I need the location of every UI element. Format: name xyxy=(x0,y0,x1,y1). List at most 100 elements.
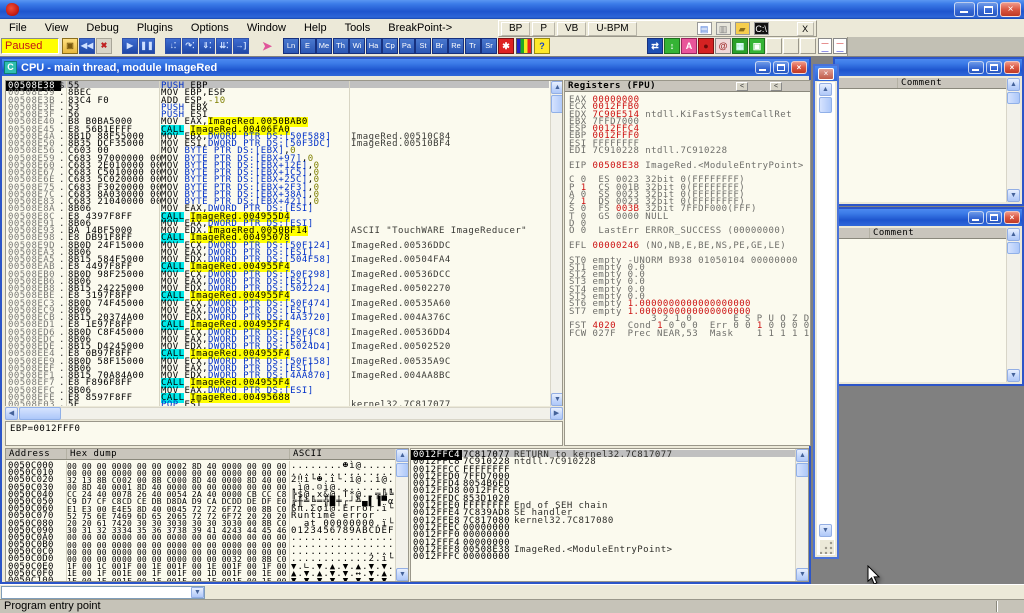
disasm-row[interactable]: 00508EFE.E8 8597F8FFCALL ImageRed.004956… xyxy=(6,393,549,400)
disasm-row[interactable]: 00508E39.8BECMOV EBP,ESP xyxy=(6,88,549,95)
restore-button[interactable] xyxy=(977,2,998,17)
register-line[interactable]: ECX 0012FFB0 xyxy=(569,102,808,109)
close-button[interactable]: × xyxy=(1004,211,1020,224)
bp-button-vb[interactable]: VB xyxy=(557,22,586,36)
tab-button-st[interactable]: St xyxy=(415,38,431,54)
disasm-row[interactable]: 00508EB8.8B15 24225000MOV EDX,DWORD PTR … xyxy=(6,284,549,291)
tab-button-ln[interactable]: Ln xyxy=(283,38,299,54)
stack-row[interactable]: 0012FFD48054B6ED xyxy=(411,479,795,486)
disasm-row[interactable]: 00508E83.C683 21040000 00MOV BYTE PTR DS… xyxy=(6,197,549,204)
log-list-icon[interactable]: —— xyxy=(818,38,832,54)
dump-row[interactable]: 0050C0F01E 00 1F 001E 00 1F 001F 00 1D 0… xyxy=(6,569,395,576)
app-titlebar[interactable]: × xyxy=(0,0,1024,19)
disasm-row[interactable]: 00508E91.8B06MOV EAX,DWORD PTR DS:[ESI] xyxy=(6,219,549,226)
disasm-row[interactable]: 00508E8C.E8 4397F8FFCALL ImageRed.004955… xyxy=(6,212,549,219)
dump-row[interactable]: 0050C060E1 E3 00 E4E5 8D 40 0045 72 72 6… xyxy=(6,504,395,511)
register-line[interactable]: EDX 7C90E514 ntdll.KiFastSystemCallRet xyxy=(569,110,808,117)
tab-button-e[interactable]: E xyxy=(300,38,316,54)
disassembly-pane[interactable]: 00508E38$55PUSH EBP00508E39.8BECMOV EBP,… xyxy=(5,80,563,406)
dump-row[interactable]: 0050C08020 20 61 7420 30 30 3030 30 30 3… xyxy=(6,519,395,526)
tab-button-pa[interactable]: Pa xyxy=(399,38,415,54)
tab-button-br[interactable]: Br xyxy=(432,38,448,54)
register-line[interactable]: EIP 00508E38 ImageRed.<ModuleEntryPoint> xyxy=(569,161,808,168)
restart-icon[interactable]: ◀◀ xyxy=(79,38,95,54)
register-line[interactable]: EFL 00000246 (NO,NB,E,BE,NS,PE,GE,LE) xyxy=(569,241,808,248)
cpu-minimize-button[interactable] xyxy=(755,61,771,74)
exec-till-return-icon[interactable]: →] xyxy=(233,38,249,54)
scroll-down-icon[interactable]: ▼ xyxy=(1007,189,1020,202)
scroll-down-icon[interactable]: ▼ xyxy=(1007,369,1020,382)
record-icon[interactable]: ● xyxy=(698,38,714,54)
tab-button-tr[interactable]: Tr xyxy=(465,38,481,54)
disasm-row[interactable]: 00508E60.C683 2E010000 00MOV BYTE PTR DS… xyxy=(6,161,549,168)
console-icon[interactable]: C:\ xyxy=(754,22,769,35)
disasm-row[interactable]: 00508EDC.8B06MOV EAX,DWORD PTR DS:[ESI] xyxy=(6,335,549,342)
register-line[interactable]: C 0 ES 0023 32bit 0(FFFFFFFF) xyxy=(569,175,808,182)
comment-window-1-titlebar[interactable]: × xyxy=(835,59,1022,76)
scroll-thumb[interactable] xyxy=(819,97,832,113)
stack-row[interactable]: 0012FFD80012FFC8 xyxy=(411,486,795,493)
bp-button-bp[interactable]: BP xyxy=(501,22,530,36)
scroll-down-icon[interactable]: ▼ xyxy=(819,524,832,537)
maximize-button[interactable] xyxy=(986,211,1002,224)
scroll-up-icon[interactable]: ▲ xyxy=(819,83,832,96)
step-over-icon[interactable]: ↷⁚ xyxy=(182,38,198,54)
minimize-button[interactable] xyxy=(968,211,984,224)
stack-row[interactable]: 0012FFE0FFFFFFFFEnd of SEH chain xyxy=(411,501,795,508)
pause-icon[interactable]: ❚❚ xyxy=(139,38,155,54)
stack-row[interactable]: 0012FFD07FFD7000 xyxy=(411,472,795,479)
stack-pane[interactable]: 0012FFC47C817077RETURN to kernel32.7C817… xyxy=(410,448,809,582)
disasm-row[interactable]: 00508E40.B8 B0BA5000MOV EAX,ImageRed.005… xyxy=(6,117,549,124)
disasm-row[interactable]: 00508E3B.83C4 F0ADD ESP,-10 xyxy=(6,96,549,103)
scroll-up-icon[interactable]: ▲ xyxy=(396,449,409,462)
script-icon[interactable]: ▥ xyxy=(716,22,731,35)
vscrollbar[interactable]: ▲ ▼ xyxy=(1006,228,1020,382)
register-line[interactable]: ST3 empty 0.0 xyxy=(569,277,808,284)
dump-row[interactable]: 0050C00000 00 00 0000 00 00 0002 8D 40 0… xyxy=(6,461,395,468)
folder2-icon[interactable]: ▰ xyxy=(735,22,750,35)
scroll-thumb[interactable] xyxy=(551,95,563,113)
disasm-row[interactable]: 00508E98.E8 DB91F8FFCALL ImageRed.004950… xyxy=(6,233,549,240)
resize-grip[interactable] xyxy=(820,540,834,554)
menu-options[interactable]: Options xyxy=(182,20,238,36)
scroll-thumb[interactable] xyxy=(1007,242,1020,254)
dump-vscrollbar[interactable]: ▲ ▼ xyxy=(395,449,409,581)
disasm-row[interactable]: 00508E75.C683 F3020000 00MOV BYTE PTR DS… xyxy=(6,183,549,190)
stack-row[interactable]: 0012FFEC00000000 xyxy=(411,523,795,530)
tab-button-sr[interactable]: Sr xyxy=(481,38,497,54)
register-line[interactable]: S 0 FS 003B 32bit 7FFDF000(FFF) xyxy=(569,204,808,211)
scroll-thumb[interactable] xyxy=(796,463,809,477)
dump-row[interactable]: 0050C0D000 00 00 0000 00 00 0000 00 00 0… xyxy=(6,554,395,561)
disasm-row[interactable]: 00508EF1.8B15 70A84A00MOV EDX,DWORD PTR … xyxy=(6,371,549,378)
report-list-icon[interactable]: —— xyxy=(833,38,847,54)
dump-row[interactable]: 0050C0E01F 00 1C 001F 00 1E 001F 00 1E 0… xyxy=(6,562,395,569)
disasm-row[interactable]: 00508EB0.8B0D 98F25000MOV ECX,DWORD PTR … xyxy=(6,270,549,277)
vscrollbar[interactable]: ▲ ▼ xyxy=(1006,78,1020,202)
disasm-row[interactable]: 00508ECB.8B15 20374A00MOV EDX,DWORD PTR … xyxy=(6,313,549,320)
bp-button-p[interactable]: P xyxy=(532,22,555,36)
regs-prev-button[interactable]: < xyxy=(736,82,748,91)
close-button[interactable]: × xyxy=(1000,2,1021,17)
dump-row[interactable]: 0050C03000 8D 40 0001 8D 40 0000 00 00 0… xyxy=(6,483,395,490)
dump-row[interactable]: 0050C02032 13 8B C002 00 8B C000 8D 40 0… xyxy=(6,475,395,482)
disasm-row[interactable]: 00508EE4.E8 0B97F8FFCALL ImageRed.004955… xyxy=(6,349,549,356)
disasm-row[interactable]: 00508E50.8B35 DCF35000MOV ESI,DWORD PTR … xyxy=(6,139,549,146)
register-line[interactable]: FST 4020 Cond 1 0 0 0 Err 0 0 1 0 0 0 0 … xyxy=(569,321,808,328)
stack-row[interactable]: 0012FFE47C839AD8SE handler xyxy=(411,508,795,515)
disasm-row[interactable]: 00508EA3.8B06MOV EAX,DWORD PTR DS:[ESI] xyxy=(6,248,549,255)
menu-window[interactable]: Window xyxy=(238,20,295,36)
scroll-up-icon[interactable]: ▲ xyxy=(796,449,809,462)
disasm-row[interactable]: 00508E59.C683 97000000 00MOV BYTE PTR DS… xyxy=(6,154,549,161)
disasm-row[interactable]: 00508E9D.8B0D 24F15000MOV ECX,DWORD PTR … xyxy=(6,241,549,248)
disasm-row[interactable]: 00508EE9.8B0D 58F15000MOV ECX,DWORD PTR … xyxy=(6,357,549,364)
updown-icon[interactable]: ↕ xyxy=(664,38,680,54)
registers-pane[interactable]: Registers (FPU) < < EAX 00000000ECX 0012… xyxy=(564,80,811,446)
disasm-row[interactable]: 00508E38$55PUSH EBP xyxy=(6,81,549,88)
spiral-icon[interactable]: @ xyxy=(715,38,731,54)
menu-tools[interactable]: Tools xyxy=(336,20,380,36)
dump-row[interactable]: 0050C1001F 00 1F 001F 00 1F 001F 00 1F 0… xyxy=(6,576,395,582)
options-gear-icon[interactable]: ✱ xyxy=(498,38,514,54)
scroll-up-icon[interactable]: ▲ xyxy=(1007,228,1020,241)
menu-view[interactable]: View xyxy=(36,20,78,36)
cpu-restore-button[interactable] xyxy=(773,61,789,74)
